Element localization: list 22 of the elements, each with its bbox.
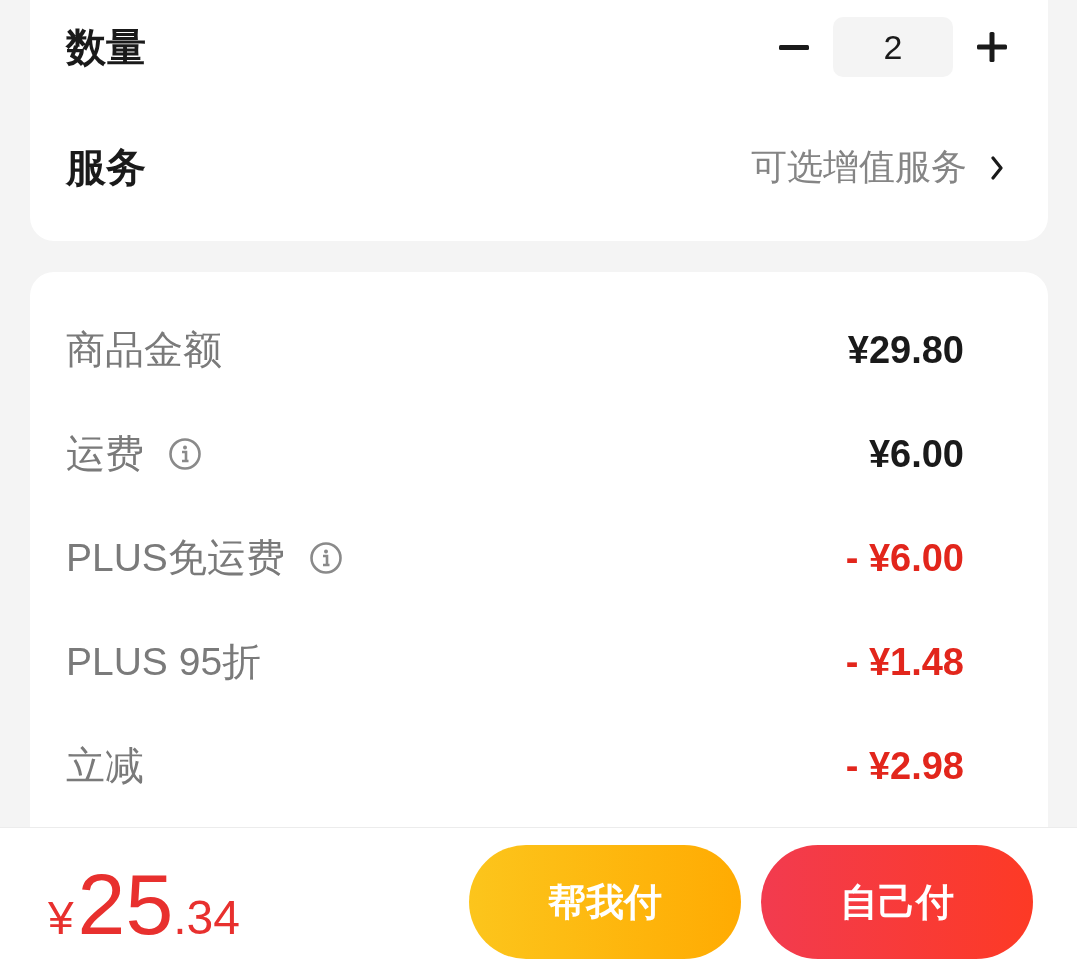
row-label: 数量 [66,23,146,71]
pay-myself-button[interactable]: 自己付 [761,845,1033,959]
increase-button[interactable] [977,32,1007,62]
row-label: PLUS免运费 [66,535,285,581]
amount-value: ¥6.00 [868,432,964,476]
amount-value: ¥29.80 [847,328,964,372]
amount-value: - ¥2.98 [845,744,964,788]
chevron-right-icon [991,155,1003,180]
minus-icon [779,44,809,50]
quantity-field[interactable]: 2 [833,17,953,77]
info-icon[interactable] [309,542,342,574]
row-label: PLUS 95折 [66,639,262,685]
row-label: 立减 [66,743,144,789]
amount-value: - ¥1.48 [845,640,964,684]
row-label: 商品金额 [66,327,222,373]
amount-value: - ¥6.00 [845,536,964,580]
plus-icon [977,32,1007,62]
row-label: 服务 [66,144,146,191]
row-label: 运费 [66,431,144,477]
value-added-service-link[interactable]: 可选增值服务 [751,143,1007,192]
total-price: ¥25.34 [48,861,240,947]
info-icon[interactable] [169,438,201,470]
